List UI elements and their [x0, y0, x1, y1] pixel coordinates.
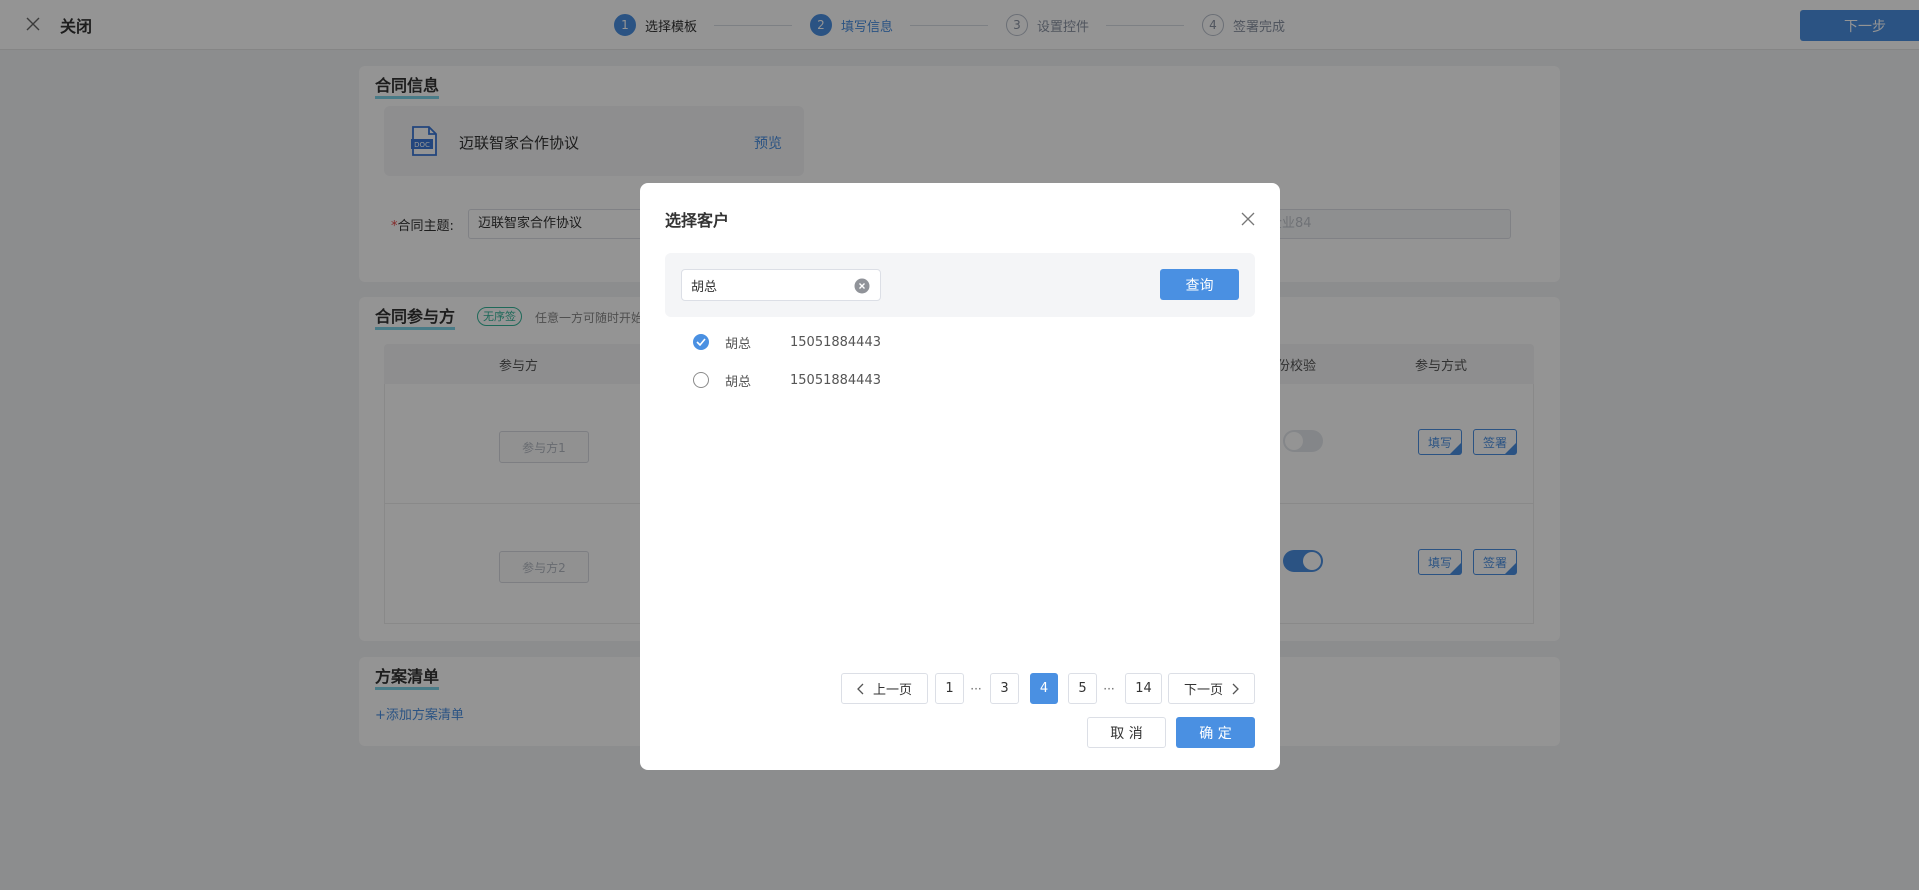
cancel-button[interactable]: 取 消	[1087, 717, 1166, 748]
page-button[interactable]: 1	[935, 673, 964, 704]
customer-name: 胡总	[725, 374, 752, 390]
select-customer-dialog: 选择客户 查询 胡总 15051884443 胡总 15051884443 上一…	[640, 183, 1280, 770]
page-button[interactable]: 3	[990, 673, 1019, 704]
confirm-button[interactable]: 确 定	[1176, 717, 1255, 748]
prev-page-button[interactable]: 上一页	[841, 673, 928, 704]
customer-phone: 15051884443	[790, 334, 881, 350]
page-button[interactable]: 14	[1125, 673, 1162, 704]
query-button[interactable]: 查询	[1160, 269, 1239, 300]
chevron-right-icon	[1232, 683, 1239, 694]
page-button[interactable]: 5	[1068, 673, 1097, 704]
prev-page-label: 上一页	[872, 683, 912, 698]
clear-icon[interactable]	[854, 278, 870, 294]
radio-unchecked-icon[interactable]	[693, 372, 709, 388]
next-page-label: 下一页	[1183, 683, 1223, 698]
dialog-title: 选择客户	[665, 211, 730, 230]
customer-name: 胡总	[725, 336, 752, 352]
next-page-button[interactable]: 下一页	[1168, 673, 1255, 704]
customer-search-input[interactable]	[681, 269, 881, 301]
customer-option[interactable]: 胡总 15051884443	[693, 332, 881, 352]
page-button-current[interactable]: 4	[1030, 673, 1058, 704]
customer-option[interactable]: 胡总 15051884443	[693, 370, 881, 390]
radio-checked-icon[interactable]	[693, 334, 709, 350]
customer-phone: 15051884443	[790, 372, 881, 388]
page-ellipsis[interactable]: ···	[966, 673, 986, 704]
chevron-left-icon	[857, 683, 864, 694]
page-ellipsis[interactable]: ···	[1099, 673, 1119, 704]
search-panel: 查询	[665, 253, 1255, 317]
close-icon[interactable]	[1240, 211, 1256, 227]
